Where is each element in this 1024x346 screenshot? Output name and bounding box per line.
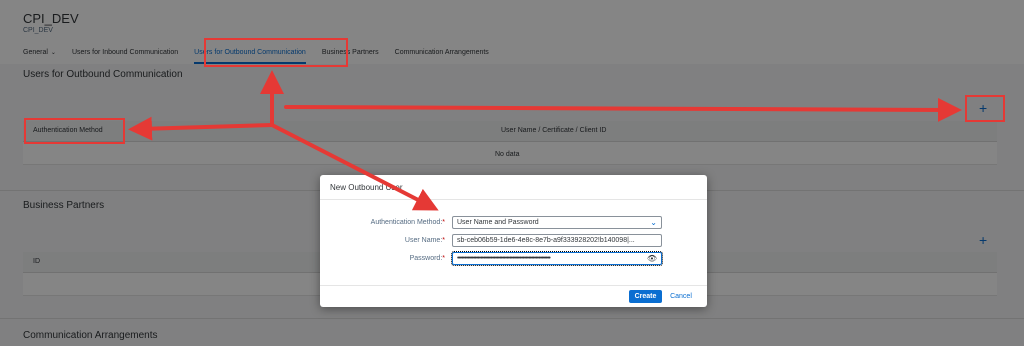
arrow-to-add-button bbox=[284, 97, 962, 122]
annotation-arrows bbox=[128, 70, 962, 211]
arrow-to-auth-column bbox=[128, 116, 274, 141]
arrow-to-dialog bbox=[270, 123, 439, 211]
